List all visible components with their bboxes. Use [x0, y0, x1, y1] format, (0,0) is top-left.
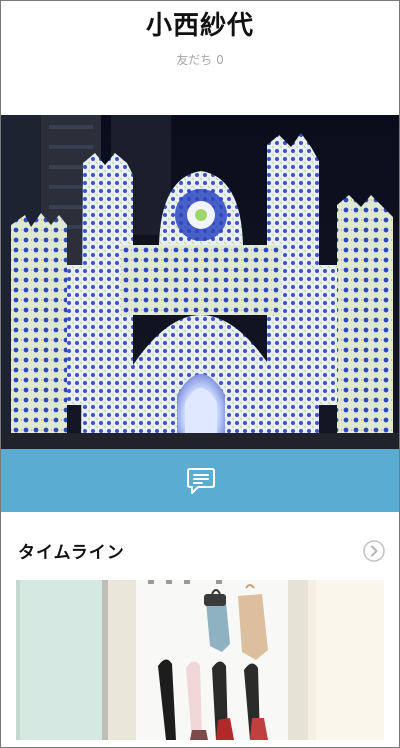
- profile-screen: 小西紗代 友だち 0 タイムライン: [0, 0, 400, 748]
- profile-header: 小西紗代 友だち 0: [1, 1, 399, 115]
- timeline-title: タイムライン: [18, 543, 125, 563]
- chevron-right-circle-icon[interactable]: [363, 540, 385, 562]
- chat-button[interactable]: [184, 465, 218, 497]
- profile-name: 小西紗代: [145, 11, 254, 41]
- timeline-header[interactable]: タイムライン: [1, 512, 399, 578]
- friends-count[interactable]: 友だち 0: [1, 51, 399, 68]
- timeline-photo[interactable]: [16, 580, 384, 740]
- cover-photo[interactable]: [1, 115, 399, 449]
- action-bar: [1, 449, 399, 512]
- chat-bubble-icon: [187, 468, 215, 494]
